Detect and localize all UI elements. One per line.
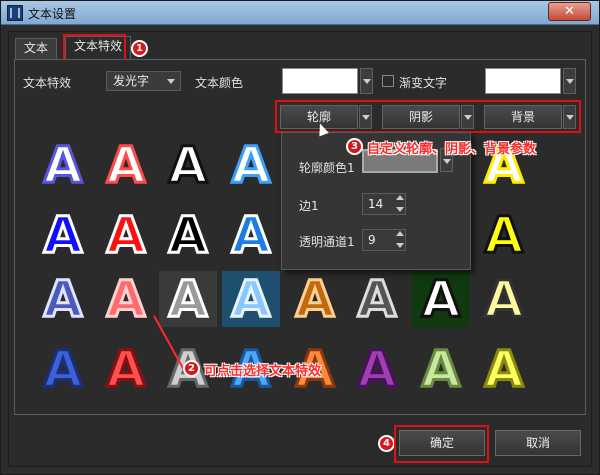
gradient-color-swatch[interactable] — [485, 68, 561, 94]
outline-color-label: 轮廓颜色1 — [299, 161, 355, 175]
title-bar[interactable]: 文本设置 ✕ — [1, 1, 599, 25]
effect-swatch[interactable]: A — [475, 206, 533, 265]
effect-swatch[interactable]: A — [412, 340, 470, 399]
effect-swatch[interactable]: A — [286, 270, 344, 329]
cancel-button[interactable]: 取消 — [495, 430, 581, 456]
effect-label: 文本特效 — [23, 76, 72, 90]
spin-down-icon[interactable] — [396, 243, 404, 248]
effect-swatch[interactable]: A — [475, 270, 533, 329]
effect-swatch[interactable]: A — [475, 340, 533, 399]
annotation-badge-3: 3 — [346, 138, 363, 155]
effect-swatch[interactable]: A — [97, 136, 155, 195]
alpha-spinner[interactable]: 9 — [362, 229, 406, 251]
annotation-note-3: 自定义轮廓、阴影、背景参数 — [367, 142, 537, 157]
text-color-label: 文本颜色 — [195, 76, 244, 90]
edge-spinner[interactable]: 14 — [362, 193, 406, 215]
effect-swatch[interactable]: A — [34, 136, 92, 195]
annotation-badge-1: 1 — [131, 40, 148, 57]
spin-up-icon[interactable] — [396, 231, 404, 236]
effect-swatch[interactable]: A — [222, 206, 280, 265]
effect-swatch[interactable]: A — [412, 270, 470, 329]
tab-text[interactable]: 文本 — [15, 38, 58, 59]
text-color-dropdown[interactable] — [360, 68, 373, 94]
annotation-badge-2: 2 — [183, 360, 200, 377]
edge-label: 边1 — [299, 199, 319, 213]
close-button[interactable]: ✕ — [548, 2, 591, 21]
chevron-down-icon — [167, 79, 175, 84]
annotation-badge-4: 4 — [378, 435, 395, 452]
alpha-label: 透明通道1 — [299, 235, 355, 249]
effect-swatch[interactable]: A — [97, 270, 155, 329]
effect-swatch[interactable]: A — [34, 270, 92, 329]
effect-swatch[interactable]: A — [34, 206, 92, 265]
effect-select-value: 发光字 — [113, 74, 150, 88]
film-icon — [7, 5, 23, 21]
effect-select[interactable]: 发光字 — [106, 71, 181, 91]
annotation-note-2: 可点击选择文本特效 — [204, 364, 322, 379]
effect-swatch[interactable]: A — [222, 136, 280, 195]
gradient-label: 渐变文字 — [399, 76, 448, 90]
effect-swatch[interactable]: A — [348, 340, 406, 399]
ok-button[interactable]: 确定 — [399, 430, 485, 456]
highlight-tab — [63, 34, 126, 61]
effect-swatch[interactable]: A — [34, 340, 92, 399]
gradient-checkbox[interactable] — [382, 75, 394, 87]
text-settings-window: 文本设置 ✕ 文本 文本特效 1 文本特效 发光字 文本颜色 渐变文字 轮廓 阴… — [0, 0, 600, 475]
spin-down-icon[interactable] — [396, 207, 404, 212]
effect-swatch[interactable]: A — [348, 270, 406, 329]
effect-swatch[interactable]: A — [97, 206, 155, 265]
alpha-value: 9 — [368, 233, 376, 247]
effect-swatch[interactable]: A — [159, 270, 217, 329]
effect-swatch[interactable]: A — [159, 136, 217, 195]
spin-up-icon[interactable] — [396, 195, 404, 200]
text-color-swatch[interactable] — [282, 68, 358, 94]
edge-value: 14 — [368, 197, 384, 211]
effect-swatch[interactable]: A — [97, 340, 155, 399]
effect-swatch[interactable]: A — [159, 206, 217, 265]
gradient-color-dropdown[interactable] — [563, 68, 576, 94]
effect-swatch[interactable]: A — [222, 270, 280, 329]
window-title: 文本设置 — [28, 7, 77, 21]
